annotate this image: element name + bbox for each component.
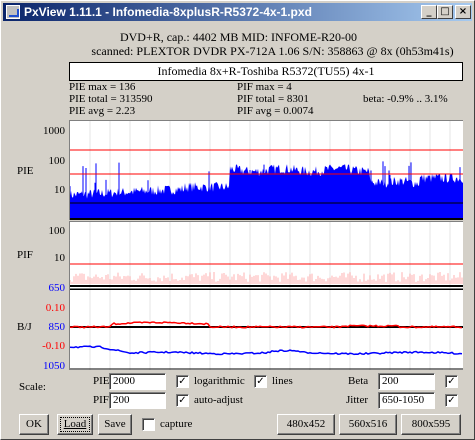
logarithmic-label: logarithmic	[194, 375, 245, 387]
pif-chart	[69, 221, 463, 288]
beta-tick-neg010: -0.10	[42, 340, 65, 352]
ok-button[interactable]: OK	[19, 414, 49, 435]
pif-max-stat: PIF max = 4	[237, 81, 292, 93]
pif-plot	[69, 222, 463, 288]
window-title: PxView 1.11.1 - Infomedia-8xplusR-R5372-…	[24, 5, 312, 19]
beta-range-stat: beta: -0.9% .. 3.1%	[363, 93, 448, 105]
bj-plot	[69, 288, 463, 370]
pie-scale-input[interactable]: 2000	[109, 373, 166, 390]
jitter-tick-650: 650	[48, 282, 66, 294]
app-icon	[6, 5, 20, 19]
beta-tick-010: 0.10	[45, 302, 65, 314]
capture-label: capture	[160, 418, 193, 430]
pif-total-stat: PIF total = 8301	[237, 93, 309, 105]
scale-label: Scale:	[19, 381, 46, 393]
beta-scale-label: Beta	[348, 375, 369, 387]
beta-checkbox[interactable]: ✓	[445, 375, 458, 388]
pif-scale-input[interactable]: 200	[109, 392, 166, 409]
pif-tick-100: 100	[48, 225, 66, 237]
jitter-checkbox[interactable]: ✓	[445, 394, 458, 407]
jitter-scale-input[interactable]: 650-1050	[378, 392, 435, 409]
lines-checkbox[interactable]: ✓	[254, 375, 267, 388]
pie-scale-label: PIE	[93, 375, 110, 387]
disc-info-line: DVD+R, cap.: 4402 MB MID: INFOME-R20-00	[119, 30, 358, 44]
pxview-window: PxView 1.11.1 - Infomedia-8xplusR-R5372-…	[0, 0, 475, 440]
save-button[interactable]: Save	[98, 414, 132, 435]
auto-adjust-checkbox[interactable]: ✓	[176, 394, 189, 407]
jitter-tick-850: 850	[48, 321, 66, 333]
maximize-button[interactable]: □	[437, 5, 453, 19]
capture-checkbox[interactable]	[142, 418, 155, 431]
bj-chart	[69, 288, 463, 370]
pie-bars	[70, 164, 463, 220]
title-bar[interactable]: PxView 1.11.1 - Infomedia-8xplusR-R5372-…	[3, 3, 472, 21]
pie-avg-stat: PIE avg = 2.23	[69, 105, 136, 117]
size-800x595-button[interactable]: 800x595	[401, 414, 461, 435]
size-560x516-button[interactable]: 560x516	[339, 414, 397, 435]
pie-max-stat: PIE max = 136	[69, 81, 136, 93]
pif-avg-stat: PIF avg = 0.0074	[237, 105, 314, 117]
pie-tick-100: 100	[48, 155, 66, 167]
minimize-button[interactable]: _	[421, 5, 437, 19]
pif-tick-10: 10	[54, 252, 65, 264]
disc-label-box: Infomedia 8x+R-Toshiba R5372(TU55) 4x-1	[69, 62, 463, 81]
scan-info-line: scanned: PLEXTOR DVDR PX-712A 1.06 S/N: …	[91, 44, 454, 58]
jitter-tick-1050: 1050	[43, 360, 65, 372]
pie-tick-10: 10	[54, 184, 65, 196]
jitter-scale-label: Jitter	[346, 394, 368, 406]
jitter-line	[69, 345, 463, 356]
lines-label: lines	[272, 375, 293, 387]
logarithmic-checkbox[interactable]: ✓	[176, 375, 189, 388]
size-480x452-button[interactable]: 480x452	[277, 414, 335, 435]
pie-tick-1000: 1000	[43, 125, 65, 137]
pie-plot	[69, 121, 463, 220]
beta-scale-input[interactable]: 200	[378, 373, 435, 390]
load-button[interactable]: Load	[57, 414, 93, 435]
pie-total-stat: PIE total = 313590	[69, 93, 153, 105]
auto-adjust-label: auto-adjust	[194, 394, 243, 406]
pif-scale-label: PIF	[93, 394, 109, 406]
pie-chart	[69, 120, 463, 220]
close-button[interactable]: ×	[455, 5, 471, 19]
